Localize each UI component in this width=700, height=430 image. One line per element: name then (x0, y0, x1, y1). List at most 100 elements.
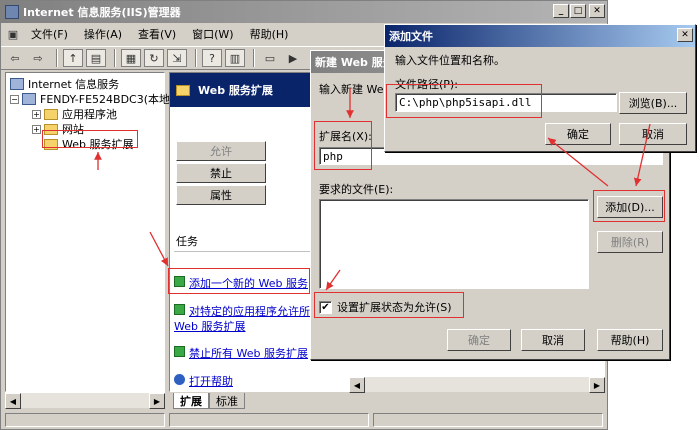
add-file-title-bar[interactable]: 添加文件 ✕ (385, 25, 695, 47)
export-list-icon[interactable]: ⇲ (167, 49, 187, 67)
add-file-instruction: 输入文件位置和名称。 (395, 54, 505, 67)
folder-icon (44, 138, 58, 150)
maximize-icon[interactable]: □ (570, 4, 586, 18)
required-files-label: 要求的文件(E): (319, 183, 394, 196)
menu-help[interactable]: 帮助(H) (242, 26, 297, 42)
tree-pane: Internet 信息服务 − FENDY-FE524BDC3(本地计 + 应用… (5, 72, 181, 392)
tab-standard[interactable]: 标准 (209, 393, 245, 409)
toolbar-separator (56, 49, 58, 67)
task-allow-label: 对特定的应用程序允许所 (189, 305, 310, 318)
scroll-left-icon[interactable]: ◀ (5, 393, 21, 409)
task-prohibit-all[interactable]: 禁止所有 Web 服务扩展 (174, 345, 308, 361)
file-path-input[interactable]: C:\php\php5isapi.dll (395, 93, 617, 112)
main-title-bar[interactable]: Internet 信息服务(IIS)管理器 _ □ ✕ (1, 1, 607, 23)
details-horizontal-scrollbar[interactable]: ◀ ▶ (349, 376, 605, 393)
minimize-icon[interactable]: _ (553, 4, 569, 18)
menu-view[interactable]: 查看(V) (130, 26, 184, 42)
status-panel (373, 413, 603, 427)
task-help-label: 打开帮助 (189, 375, 233, 388)
server-icon (22, 93, 36, 105)
properties-icon[interactable]: ▦ (121, 49, 141, 67)
console-icon: ▣ (7, 27, 19, 41)
allow-button[interactable]: 允许 (176, 141, 266, 161)
toolbar-separator (253, 49, 255, 67)
task-allow-label-2: Web 服务扩展 (174, 320, 246, 333)
tree-node-web-extensions[interactable]: Web 服务扩展 (44, 136, 133, 152)
tree-label-server: FENDY-FE524BDC3(本地计 (40, 93, 182, 106)
computer-icon[interactable]: ▭ (260, 49, 280, 67)
help-circle-icon (174, 374, 185, 385)
ext-name-label: 扩展名(X): (319, 130, 372, 143)
cancel-button[interactable]: 取消 (619, 123, 687, 145)
scroll-left-icon[interactable]: ◀ (349, 377, 365, 393)
checkmark-icon[interactable]: ✔ (319, 300, 332, 314)
view-icon[interactable]: ▥ (225, 49, 245, 67)
folder-icon (176, 84, 190, 96)
tree-horizontal-scrollbar[interactable]: ◀ ▶ (5, 392, 165, 409)
up-folder-icon[interactable]: ↑ (63, 49, 83, 67)
expand-icon[interactable]: + (32, 109, 41, 119)
tasks-divider (174, 251, 310, 252)
task-allow-apps[interactable]: 对特定的应用程序允许所 (174, 303, 310, 319)
scroll-track[interactable] (21, 393, 149, 408)
add-arrow-icon (174, 276, 185, 287)
toolbar-separator (114, 49, 116, 67)
close-icon[interactable]: ✕ (677, 28, 693, 42)
scroll-right-icon[interactable]: ▶ (149, 393, 165, 409)
properties-button[interactable]: 属性 (176, 185, 266, 205)
help-icon[interactable]: ? (202, 49, 222, 67)
task-prohibit-label: 禁止所有 Web 服务扩展 (189, 347, 308, 360)
task-allow-apps-line2[interactable]: Web 服务扩展 (174, 318, 245, 334)
play-icon[interactable]: ▶ (283, 49, 303, 67)
tree-label-websites: 网站 (62, 123, 84, 136)
tree-label-app-pools: 应用程序池 (62, 108, 117, 121)
folder-icon (44, 108, 58, 120)
prohibit-button[interactable]: 禁止 (176, 163, 266, 183)
prohibit-arrow-icon (174, 346, 185, 357)
browse-button[interactable]: 浏览(B)... (619, 92, 687, 114)
tree-node-app-pools[interactable]: + 应用程序池 (32, 106, 117, 122)
tree-label-root: Internet 信息服务 (28, 78, 120, 91)
allow-status-checkbox-row[interactable]: ✔ 设置扩展状态为允许(S) (319, 299, 452, 315)
task-add-label: 添加一个新的 Web 服务 (189, 277, 308, 290)
add-file-button[interactable]: 添加(D)... (597, 196, 663, 218)
iis-icon (10, 78, 24, 90)
iis-app-icon (5, 5, 19, 19)
add-file-dialog: 添加文件 ✕ 输入文件位置和名称。 文件路径(P): C:\php\php5is… (384, 24, 696, 152)
add-file-title: 添加文件 (389, 30, 433, 43)
toolbar-separator (195, 49, 197, 67)
remove-file-button[interactable]: 删除(R) (597, 231, 663, 253)
scroll-track[interactable] (365, 377, 589, 392)
tab-extended[interactable]: 扩展 (173, 393, 209, 409)
required-files-list[interactable] (319, 199, 589, 289)
tasks-heading: 任务 (176, 235, 198, 248)
status-panel (169, 413, 369, 427)
tree-label-web-ext: Web 服务扩展 (62, 138, 134, 151)
collapse-icon[interactable]: − (10, 94, 19, 104)
cancel-button[interactable]: 取消 (521, 329, 585, 351)
menu-file[interactable]: 文件(F) (23, 26, 76, 42)
scroll-right-icon[interactable]: ▶ (589, 377, 605, 393)
task-open-help[interactable]: 打开帮助 (174, 373, 233, 389)
ok-button[interactable]: 确定 (545, 123, 611, 145)
show-tree-icon[interactable]: ▤ (86, 49, 106, 67)
view-tabs: 扩展 标准 (173, 393, 245, 409)
main-window-title: Internet 信息服务(IIS)管理器 (23, 6, 181, 19)
task-add-extension[interactable]: 添加一个新的 Web 服务 (174, 275, 308, 291)
menu-window[interactable]: 窗口(W) (184, 26, 241, 42)
ok-button[interactable]: 确定 (447, 329, 511, 351)
forward-arrow-icon[interactable]: ⇨ (28, 49, 48, 67)
close-icon[interactable]: ✕ (589, 4, 605, 18)
tree-node-websites[interactable]: + 网站 (32, 121, 84, 137)
refresh-icon[interactable]: ↻ (144, 49, 164, 67)
status-bar (1, 411, 607, 429)
allow-arrow-icon (174, 304, 185, 315)
pane-header-title: Web 服务扩展 (198, 84, 273, 97)
tree-node-server[interactable]: − FENDY-FE524BDC3(本地计 (10, 91, 181, 107)
help-button[interactable]: 帮助(H) (597, 329, 663, 351)
menu-action[interactable]: 操作(A) (76, 26, 130, 42)
back-arrow-icon[interactable]: ⇦ (5, 49, 25, 67)
pane-header: Web 服务扩展 (170, 73, 310, 107)
expand-icon[interactable]: + (32, 124, 41, 134)
tree-node-iis-root[interactable]: Internet 信息服务 (10, 76, 119, 92)
